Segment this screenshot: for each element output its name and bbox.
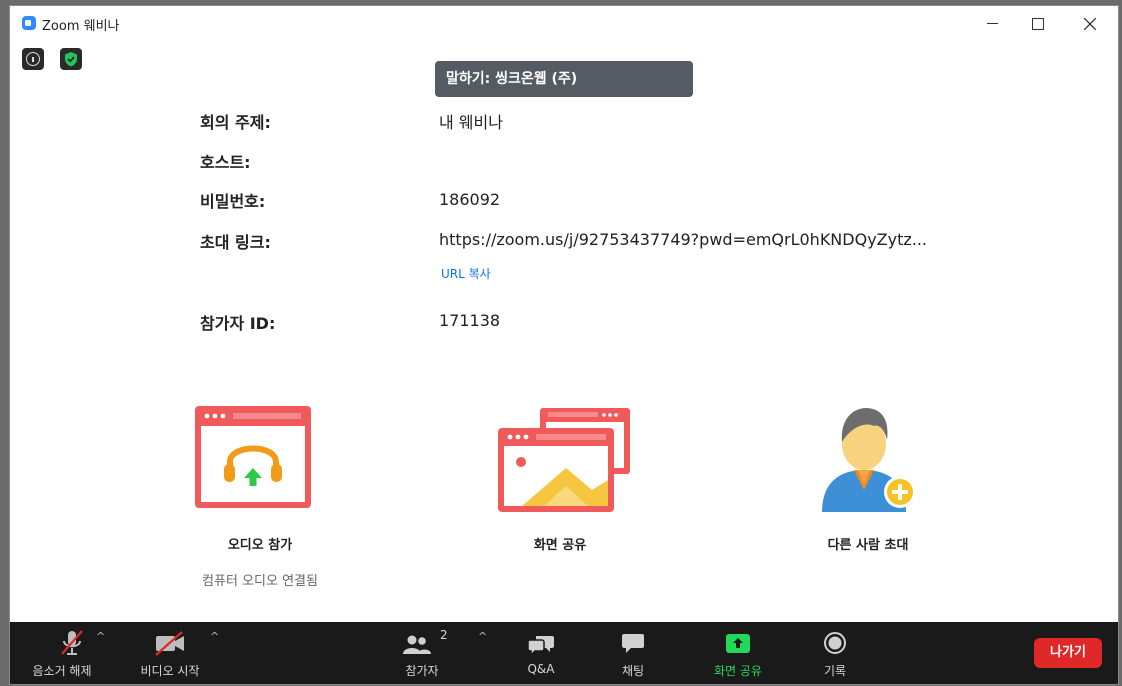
copy-url-link[interactable]: URL 복사 [441,265,491,282]
invite-others-label: 다른 사람 초대 [827,538,909,553]
participants-options-caret[interactable]: ^ [478,630,487,643]
password-label: 비밀번호: [200,192,266,211]
audio-connected-status: 컴퓨터 오디오 연결됨 [202,574,318,589]
maximize-icon [1032,17,1044,30]
audio-options-caret[interactable]: ^ [96,630,105,643]
record-button[interactable]: 기록 [800,622,870,684]
record-label: 기록 [823,664,847,678]
video-options-caret[interactable]: ^ [210,630,219,643]
share-arrow-icon [726,634,750,653]
participant-id-label: 참가자 ID: [200,314,276,333]
join-audio-tile[interactable]: 오디오 참가 컴퓨터 오디오 연결됨 [190,404,330,594]
share-screen-icon [498,408,630,512]
microphone-muted-icon [61,630,83,655]
window-title: Zoom 웨비나 [42,19,120,34]
video-muted-icon [155,631,184,656]
add-person-icon [822,408,916,512]
password-value: 186092 [439,190,501,209]
invite-others-tile[interactable]: 다른 사람 초대 [798,404,938,554]
share-screen-button[interactable]: 화면 공유 [698,622,778,684]
headphones-icon [195,406,311,508]
info-icon [26,52,40,66]
participant-id-value: 171138 [439,311,501,330]
host-label: 호스트: [200,153,251,172]
security-badge[interactable] [60,48,82,70]
unmute-label: 음소거 해제 [32,664,92,678]
chat-icon [622,634,644,653]
start-video-label: 비디오 시작 [140,664,200,678]
leave-button[interactable]: 나가기 [1034,638,1102,668]
chat-label: 채팅 [621,664,645,678]
qa-button[interactable]: Q&A [506,622,576,684]
shield-icon [65,52,77,67]
share-screen-label: 화면 공유 [533,538,587,553]
invite-link-value: https://zoom.us/j/92753437749?pwd=emQrL0… [439,230,928,249]
meeting-info-button[interactable] [22,48,44,70]
minimize-button[interactable] [970,11,1014,35]
close-button[interactable] [1068,11,1112,35]
topic-value: 내 웨비나 [439,113,503,132]
share-screen-tile[interactable]: 화면 공유 [490,404,630,554]
meeting-toolbar: 음소거 해제 ^ 비디오 시작 ^ 2 참가자 ^ Q&A 채팅 화면 공유 기… [10,622,1118,684]
start-video-button[interactable]: 비디오 시작 [130,622,210,684]
share-screen-toolbar-label: 화면 공유 [714,664,762,678]
participants-count: 2 [440,628,448,642]
minimize-icon [986,23,998,24]
participants-label: 참가자 [405,664,439,678]
qa-icon [527,636,554,656]
title-bar: Zoom 웨비나 [10,6,1118,40]
speaking-indicator: 말하기: 씽크온웹 (주) [435,61,693,97]
topic-label: 회의 주제: [200,113,271,132]
close-icon [1083,17,1097,30]
participants-icon [403,635,431,654]
join-audio-label: 오디오 참가 [227,538,293,553]
unmute-button[interactable]: 음소거 해제 [22,622,102,684]
invite-link-label: 초대 링크: [200,233,271,252]
maximize-button[interactable] [1016,11,1060,35]
chat-button[interactable]: 채팅 [598,622,668,684]
zoom-app-icon [22,16,36,30]
qa-label: Q&A [527,662,555,676]
participants-button[interactable]: 2 참가자 [382,622,462,684]
record-icon [824,632,846,654]
zoom-window: Zoom 웨비나 말하기: 씽크온웹 (주) 회의 주제: 내 웨비나 호스트:… [10,6,1118,684]
